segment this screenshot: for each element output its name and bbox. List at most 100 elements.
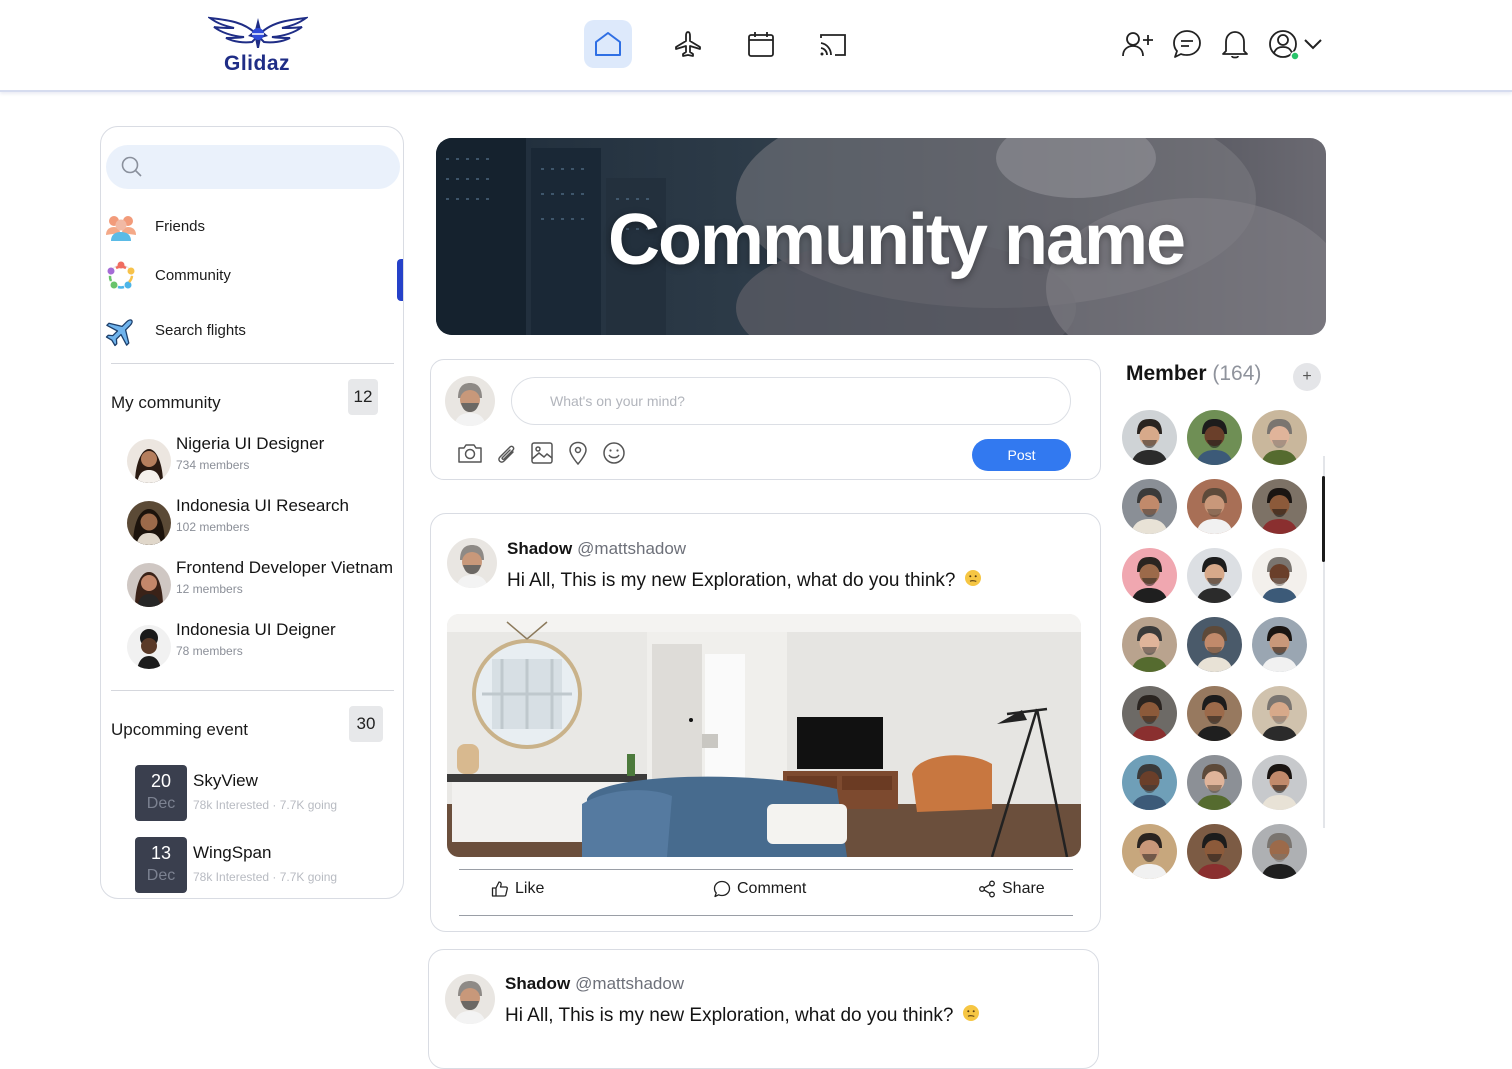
image-button[interactable] — [529, 440, 555, 466]
comment-button[interactable]: Comment — [713, 880, 806, 898]
member-avatar[interactable] — [1122, 755, 1177, 810]
post-author[interactable]: Shadow @mattshadow — [507, 539, 686, 559]
nav-flights-button[interactable] — [664, 20, 712, 68]
share-icon — [979, 880, 995, 898]
member-avatar[interactable] — [1122, 479, 1177, 534]
members-grid — [1122, 410, 1312, 886]
member-avatar[interactable] — [1252, 755, 1307, 810]
camera-button[interactable] — [457, 440, 483, 466]
search-box[interactable] — [106, 145, 400, 189]
top-navigation-bar: Glidaz — [0, 0, 1512, 92]
community-name: Frontend Developer Vietnam — [176, 558, 394, 577]
post-button[interactable]: Post — [972, 439, 1071, 471]
members-count: (164) — [1212, 362, 1262, 385]
post-author-handle: @mattshadow — [575, 974, 685, 993]
left-sidebar: Friends Community Search flights My comm… — [100, 126, 404, 899]
current-user-avatar[interactable] — [445, 376, 495, 426]
community-avatar — [127, 625, 171, 669]
sidebar-item-search-flights[interactable]: Search flights — [101, 311, 403, 351]
search-icon — [121, 156, 142, 177]
member-avatar[interactable] — [1122, 548, 1177, 603]
comment-icon — [713, 880, 731, 898]
feed-post: Shadow @mattshadow Hi All, This is my new… — [430, 513, 1101, 932]
member-avatar[interactable] — [1122, 617, 1177, 672]
add-friend-icon — [1122, 32, 1153, 57]
community-member-count: 12 members — [176, 582, 243, 596]
attach-button[interactable] — [493, 440, 519, 466]
post-image[interactable] — [447, 614, 1081, 857]
nav-home-button[interactable] — [584, 20, 632, 68]
member-avatar[interactable] — [1252, 686, 1307, 741]
post-text-input[interactable] — [550, 378, 1050, 424]
share-label: Share — [1002, 880, 1045, 897]
search-input[interactable] — [150, 145, 390, 189]
my-community-count-badge: 12 — [348, 379, 378, 415]
community-banner: Community name — [436, 138, 1326, 335]
sidebar-divider — [111, 690, 394, 691]
sidebar-item-friends[interactable]: Friends — [101, 207, 403, 247]
member-avatar[interactable] — [1187, 548, 1242, 603]
nav-calendar-button[interactable] — [737, 20, 785, 68]
friends-icon — [106, 216, 136, 241]
sidebar-item-community[interactable]: Community — [101, 256, 403, 296]
calendar-icon — [748, 32, 774, 57]
add-friend-button[interactable] — [1120, 24, 1156, 64]
member-avatar[interactable] — [1122, 410, 1177, 465]
community-list-item[interactable]: Indonesia UI Deigner 78 members — [127, 620, 402, 672]
add-member-button[interactable]: + — [1293, 363, 1321, 391]
event-day: 20 — [150, 771, 172, 791]
messages-button[interactable] — [1169, 24, 1205, 64]
member-avatar[interactable] — [1122, 686, 1177, 741]
member-avatar[interactable] — [1187, 686, 1242, 741]
emoji-icon — [603, 442, 625, 464]
profile-icon — [1269, 30, 1300, 61]
member-avatar[interactable] — [1187, 824, 1242, 879]
event-count-badge: 30 — [349, 706, 383, 742]
nav-cast-button[interactable] — [809, 20, 857, 68]
event-list-item[interactable]: 20 Dec SkyView 78k Interested · 7.7K goi… — [135, 765, 400, 821]
share-button[interactable]: Share — [978, 880, 1045, 898]
members-scrollbar-thumb[interactable] — [1322, 476, 1325, 562]
plane-icon — [105, 319, 133, 347]
location-button[interactable] — [565, 440, 591, 466]
camera-icon — [458, 444, 482, 463]
post-author-avatar[interactable] — [445, 974, 495, 1024]
member-avatar[interactable] — [1187, 755, 1242, 810]
cast-icon — [820, 34, 846, 56]
community-list-item[interactable]: Indonesia UI Research 102 members — [127, 496, 402, 548]
like-button[interactable]: Like — [491, 880, 544, 898]
glidaz-logo[interactable]: Glidaz — [208, 14, 308, 76]
post-author[interactable]: Shadow @mattshadow — [505, 974, 684, 994]
post-author-name: Shadow — [507, 539, 573, 558]
community-title: Community name — [607, 199, 1186, 280]
member-avatar[interactable] — [1187, 479, 1242, 534]
event-name: SkyView — [193, 771, 258, 790]
community-icon — [107, 261, 135, 289]
community-list-item[interactable]: Frontend Developer Vietnam 12 members — [127, 558, 402, 610]
emoji-button[interactable] — [601, 440, 627, 466]
event-date-badge: 13 Dec — [135, 837, 187, 893]
home-icon — [595, 32, 621, 56]
whats-on-your-mind-field[interactable] — [511, 377, 1071, 425]
member-avatar[interactable] — [1187, 410, 1242, 465]
member-avatar[interactable] — [1252, 824, 1307, 879]
member-avatar[interactable] — [1252, 548, 1307, 603]
community-member-count: 78 members — [176, 644, 243, 658]
post-author-avatar[interactable] — [447, 538, 497, 588]
member-avatar[interactable] — [1252, 617, 1307, 672]
member-avatar[interactable] — [1187, 617, 1242, 672]
bell-icon — [1222, 31, 1248, 59]
event-meta: 78k Interested · 7.7K going — [193, 798, 338, 812]
profile-dropdown-toggle[interactable] — [1296, 24, 1330, 64]
community-name: Indonesia UI Research — [176, 496, 349, 515]
community-list-item[interactable]: Nigeria UI Designer 734 members — [127, 434, 402, 486]
member-avatar[interactable] — [1252, 410, 1307, 465]
event-list-item[interactable]: 13 Dec WingSpan 78k Interested · 7.7K go… — [135, 837, 400, 893]
notifications-button[interactable] — [1217, 24, 1253, 64]
community-name: Nigeria UI Designer — [176, 434, 325, 453]
community-avatar — [127, 439, 171, 483]
member-avatar[interactable] — [1252, 479, 1307, 534]
member-avatar[interactable] — [1122, 824, 1177, 879]
event-day: 13 — [150, 843, 172, 863]
members-label: Member — [1126, 362, 1207, 385]
